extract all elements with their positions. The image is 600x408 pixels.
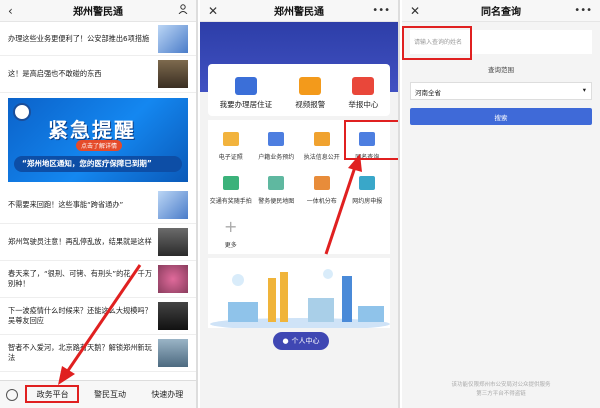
video-report-button[interactable]: 视频报警 bbox=[295, 77, 325, 110]
panel-same-name-search: ✕ 同名查询 ••• 请输入查询的姓名 查询范围 河南全省 ▾ 搜索 该功能仅限… bbox=[402, 0, 600, 408]
house-icon bbox=[268, 131, 285, 146]
name-input[interactable]: 请输入查询的姓名 bbox=[410, 30, 592, 54]
map-icon bbox=[268, 175, 285, 190]
keyboard-icon[interactable] bbox=[6, 388, 18, 401]
megaphone-icon bbox=[158, 191, 188, 219]
police-logo-icon bbox=[13, 103, 31, 121]
news-thumbnail bbox=[158, 228, 188, 256]
title-bar: ✕ 郑州警民通 ••• bbox=[200, 0, 398, 22]
arrow-annotation bbox=[324, 154, 362, 255]
swan-thumbnail bbox=[158, 339, 188, 367]
grid-item-map[interactable]: 警务便民地图 bbox=[254, 168, 300, 212]
more-icon[interactable]: ••• bbox=[574, 5, 592, 16]
alert-banner[interactable]: 紧急提醒 点击了解详情 “郑州地区通知，您的医疗保障已到期” bbox=[8, 98, 188, 182]
tab-quick[interactable]: 快速办理 bbox=[139, 389, 196, 400]
info-icon bbox=[313, 131, 330, 146]
caret-down-icon: ▾ bbox=[582, 86, 586, 94]
panel-services: ✕ 郑州警民通 ••• 我要办理居住证 视频报警 举报中心 电子证照 户籍业务预… bbox=[200, 0, 400, 408]
close-icon[interactable]: ✕ bbox=[208, 4, 218, 18]
panel-news: ‹ 郑州警民通 办理这些业务更便利了！公安部推出6项措施 这！是高启强也不敢碰的… bbox=[0, 0, 198, 408]
city-skyline-illustration bbox=[208, 258, 390, 330]
more-icon[interactable]: ••• bbox=[372, 5, 390, 16]
range-label: 查询范围 bbox=[488, 66, 514, 74]
search-button[interactable]: 搜索 bbox=[410, 108, 592, 125]
personal-center-button[interactable]: ● 个人中心 bbox=[273, 332, 329, 350]
document-icon bbox=[234, 77, 257, 95]
grid-item-e-license[interactable]: 电子证照 bbox=[208, 124, 254, 168]
news-thumbnail bbox=[158, 60, 188, 88]
tab-gov-platform[interactable]: 政务平台 bbox=[24, 389, 81, 400]
footer-notice: 该功能仅限郑州市公安局对公众提供服务 第三方平台不得盗链 bbox=[451, 382, 551, 397]
list-item[interactable]: 郑州驾驶员注意！再乱停乱放，结果就是这样 bbox=[0, 224, 196, 261]
id-card-icon bbox=[222, 131, 239, 146]
main-services: 我要办理居住证 视频报警 举报中心 bbox=[208, 64, 390, 116]
residence-permit-button[interactable]: 我要办理居住证 bbox=[220, 77, 272, 110]
traffic-light-icon bbox=[222, 175, 239, 190]
title-bar: ✕ 同名查询 ••• bbox=[402, 0, 600, 22]
back-icon[interactable]: ‹ bbox=[8, 4, 13, 18]
grid-item-traffic[interactable]: 交通有奖随手拍 bbox=[208, 168, 254, 212]
page-title: 郑州警民通 bbox=[274, 7, 324, 18]
grid-item-household[interactable]: 户籍业务预约 bbox=[254, 124, 300, 168]
tab-interaction[interactable]: 警民互动 bbox=[81, 389, 138, 400]
person-icon: ● bbox=[282, 337, 289, 345]
list-item[interactable]: 不需要来回跑！这些事能“跨省通办” bbox=[0, 187, 196, 224]
close-icon[interactable]: ✕ bbox=[410, 4, 420, 18]
flower-thumbnail bbox=[158, 265, 188, 293]
list-item[interactable]: 办理这些业务更便利了！公安部推出6项措施 bbox=[0, 22, 196, 56]
alarm-icon bbox=[352, 77, 375, 95]
plus-icon: + bbox=[224, 216, 238, 236]
search-doc-icon bbox=[359, 131, 376, 146]
video-icon bbox=[299, 77, 322, 95]
arrow-annotation bbox=[58, 264, 142, 385]
user-icon[interactable] bbox=[178, 4, 188, 17]
range-select[interactable]: 河南全省 ▾ bbox=[410, 82, 592, 100]
report-center-button[interactable]: 举报中心 bbox=[348, 77, 378, 110]
list-item[interactable]: 这！是高启强也不敢碰的东西 bbox=[0, 56, 196, 93]
news-thumbnail bbox=[158, 302, 188, 330]
page-title: 郑州警民通 bbox=[73, 7, 123, 18]
title-bar: ‹ 郑州警民通 bbox=[0, 0, 196, 22]
grid-item-more[interactable]: + 更多 bbox=[208, 212, 254, 256]
page-title: 同名查询 bbox=[481, 7, 521, 18]
megaphone-icon bbox=[158, 24, 188, 53]
